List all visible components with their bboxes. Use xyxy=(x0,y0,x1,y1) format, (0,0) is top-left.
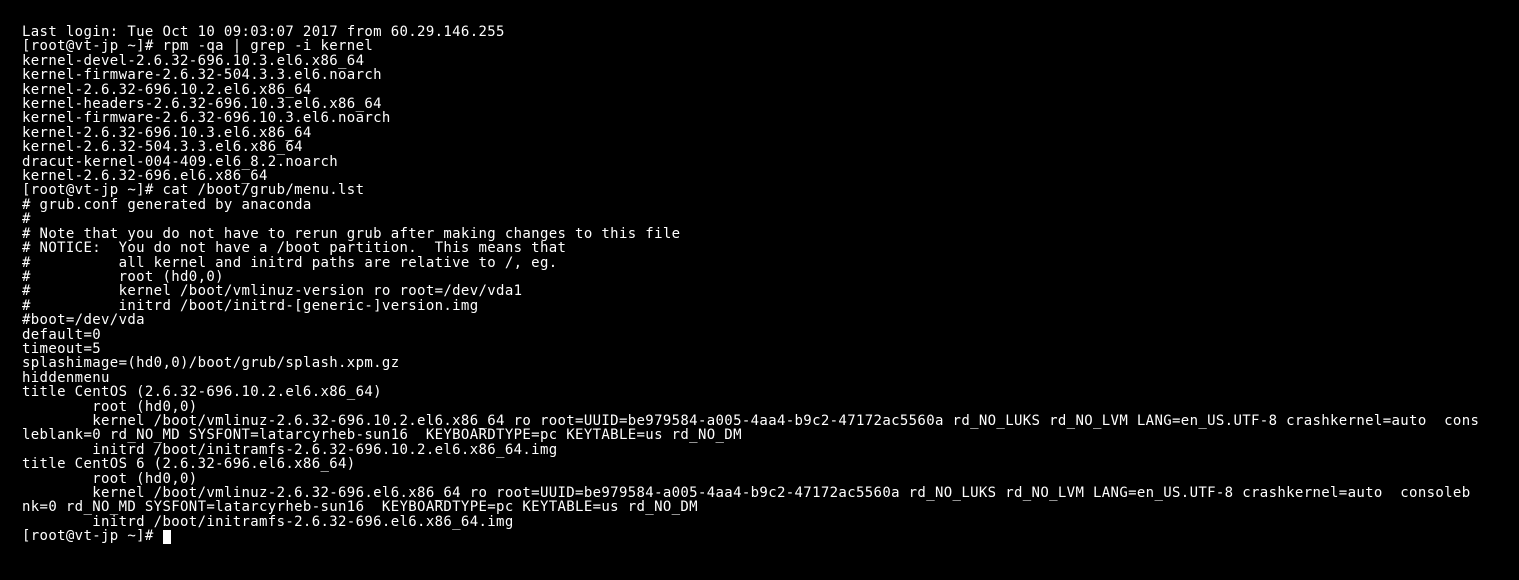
terminal-line: kernel-firmware-2.6.32-696.10.3.el6.noar… xyxy=(22,111,1497,125)
terminal-line: nk=0 rd_NO_MD SYSFONT=latarcyrheb-sun16 … xyxy=(22,500,1497,514)
terminal-line: # initrd /boot/initrd-[generic-]version.… xyxy=(22,299,1497,313)
terminal-line: leblank=0 rd_NO_MD SYSFONT=latarcyrheb-s… xyxy=(22,428,1497,442)
terminal-line: # xyxy=(22,212,1497,226)
terminal-line: kernel-2.6.32-696.10.3.el6.x86_64 xyxy=(22,126,1497,140)
terminal-line: hiddenmenu xyxy=(22,371,1497,385)
terminal-line: timeout=5 xyxy=(22,342,1497,356)
terminal-cursor xyxy=(163,530,171,544)
terminal-line: initrd /boot/initramfs-2.6.32-696.el6.x8… xyxy=(22,515,1497,529)
terminal-line: # kernel /boot/vmlinuz-version ro root=/… xyxy=(22,284,1497,298)
terminal-line: default=0 xyxy=(22,328,1497,342)
terminal-line: title CentOS 6 (2.6.32-696.el6.x86_64) xyxy=(22,457,1497,471)
terminal-line: kernel /boot/vmlinuz-2.6.32-696.el6.x86_… xyxy=(22,486,1497,500)
terminal-line: root (hd0,0) xyxy=(22,472,1497,486)
terminal-line: Last login: Tue Oct 10 09:03:07 2017 fro… xyxy=(22,25,1497,39)
terminal-line: [root@vt-jp ~]# rpm -qa | grep -i kernel xyxy=(22,39,1497,53)
terminal-line: splashimage=(hd0,0)/boot/grub/splash.xpm… xyxy=(22,356,1497,370)
terminal-line: root (hd0,0) xyxy=(22,400,1497,414)
terminal-window[interactable]: Last login: Tue Oct 10 09:03:07 2017 fro… xyxy=(0,0,1519,580)
terminal-line: kernel-firmware-2.6.32-504.3.3.el6.noarc… xyxy=(22,68,1497,82)
terminal-line: kernel-2.6.32-504.3.3.el6.x86_64 xyxy=(22,140,1497,154)
terminal-line: kernel-2.6.32-696.10.2.el6.x86_64 xyxy=(22,83,1497,97)
terminal-line: [root@vt-jp ~]# cat /boot/grub/menu.lst xyxy=(22,183,1497,197)
terminal-line: title CentOS (2.6.32-696.10.2.el6.x86_64… xyxy=(22,385,1497,399)
terminal-line: kernel-devel-2.6.32-696.10.3.el6.x86_64 xyxy=(22,54,1497,68)
terminal-line: kernel-2.6.32-696.el6.x86_64 xyxy=(22,169,1497,183)
terminal-line: #boot=/dev/vda xyxy=(22,313,1497,327)
terminal-line: # grub.conf generated by anaconda xyxy=(22,198,1497,212)
terminal-line: [root@vt-jp ~]# xyxy=(22,529,1497,544)
terminal-line: dracut-kernel-004-409.el6_8.2.noarch xyxy=(22,155,1497,169)
terminal-line: initrd /boot/initramfs-2.6.32-696.10.2.e… xyxy=(22,443,1497,457)
terminal-line: # NOTICE: You do not have a /boot partit… xyxy=(22,241,1497,255)
terminal-line: # root (hd0,0) xyxy=(22,270,1497,284)
terminal-line: kernel /boot/vmlinuz-2.6.32-696.10.2.el6… xyxy=(22,414,1497,428)
terminal-output: Last login: Tue Oct 10 09:03:07 2017 fro… xyxy=(22,25,1497,544)
terminal-line: kernel-headers-2.6.32-696.10.3.el6.x86_6… xyxy=(22,97,1497,111)
terminal-line: # Note that you do not have to rerun gru… xyxy=(22,227,1497,241)
terminal-line: # all kernel and initrd paths are relati… xyxy=(22,256,1497,270)
